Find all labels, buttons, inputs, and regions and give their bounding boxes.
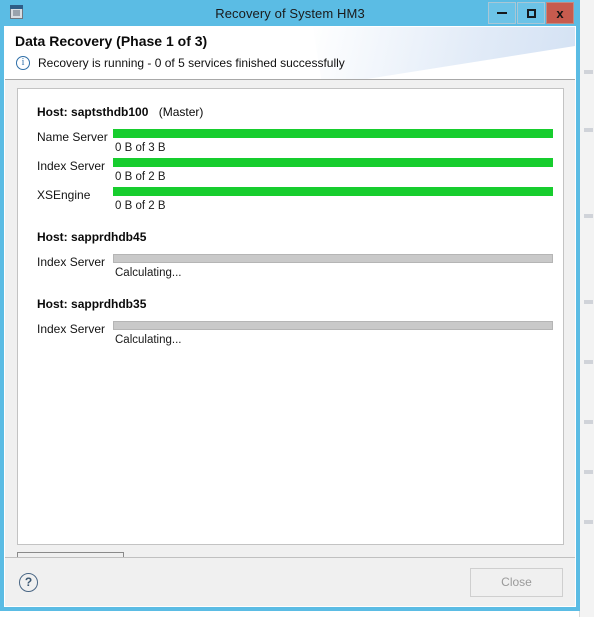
minimize-icon [497,12,507,14]
service-progress-bar [113,321,553,330]
dialog-footer: ? Close [5,557,575,606]
maximize-icon [526,8,536,18]
title-bar[interactable]: Recovery of System HM3 x [4,0,576,26]
recovery-dialog-window: Recovery of System HM3 x Data Recovery (… [0,0,580,611]
content-panel-area: Host: saptsthdb100 (Master) Name Server … [5,80,575,552]
header-sheen-decoration [311,27,575,80]
service-row: Index Server Calculating... [28,254,553,279]
page-title: Data Recovery (Phase 1 of 3) [15,33,208,49]
host-group: Host: sapprdhdb35 Index Server Calculati… [28,297,553,346]
maximize-button[interactable] [517,2,545,24]
host-name: saptsthdb100 [71,105,149,119]
service-detail: 0 B of 3 B [115,142,166,154]
service-progress-bar [113,254,553,263]
host-label: Host: [37,230,68,244]
dialog-client-area: Data Recovery (Phase 1 of 3) i Recovery … [4,26,576,607]
service-detail: Calculating... [115,334,182,346]
host-name: sapprdhdb35 [71,297,147,311]
host-label: Host: [37,297,68,311]
host-group: Host: sapprdhdb45 Index Server Calculati… [28,230,553,279]
app-window-icon [9,5,25,21]
service-name: Name Server [37,130,108,144]
info-icon: i [16,56,30,70]
service-row: XSEngine 0 B of 2 B [28,187,553,212]
host-group: Host: saptsthdb100 (Master) Name Server … [28,105,553,212]
host-heading: Host: sapprdhdb35 [37,297,553,311]
window-controls: x [487,2,574,24]
service-name: Index Server [37,159,106,173]
help-icon[interactable]: ? [19,572,38,592]
service-row: Index Server Calculating... [28,321,553,346]
background-window [579,0,594,617]
close-window-button[interactable]: x [546,2,574,24]
host-role: (Master) [158,105,204,119]
dialog-header: Data Recovery (Phase 1 of 3) i Recovery … [5,27,575,80]
service-detail: 0 B of 2 B [115,200,166,212]
service-detail: 0 B of 2 B [115,171,166,183]
minimize-button[interactable] [488,2,516,24]
host-heading: Host: sapprdhdb45 [37,230,553,244]
service-progress-bar [113,187,553,196]
service-progress-bar [113,158,553,167]
service-row: Name Server 0 B of 3 B [28,129,553,154]
service-row: Index Server 0 B of 2 B [28,158,553,183]
host-name: sapprdhdb45 [71,230,147,244]
status-message: Recovery is running - 0 of 5 services fi… [38,56,345,70]
host-heading: Host: saptsthdb100 (Master) [37,105,553,119]
status-row: i Recovery is running - 0 of 5 services … [16,56,345,70]
service-progress-bar [113,129,553,138]
recovery-progress-panel[interactable]: Host: saptsthdb100 (Master) Name Server … [17,88,564,545]
service-name: XSEngine [37,188,91,202]
service-name: Index Server [37,322,106,336]
service-detail: Calculating... [115,267,182,279]
host-label: Host: [37,105,68,119]
close-button[interactable]: Close [470,567,563,597]
service-name: Index Server [37,255,106,269]
